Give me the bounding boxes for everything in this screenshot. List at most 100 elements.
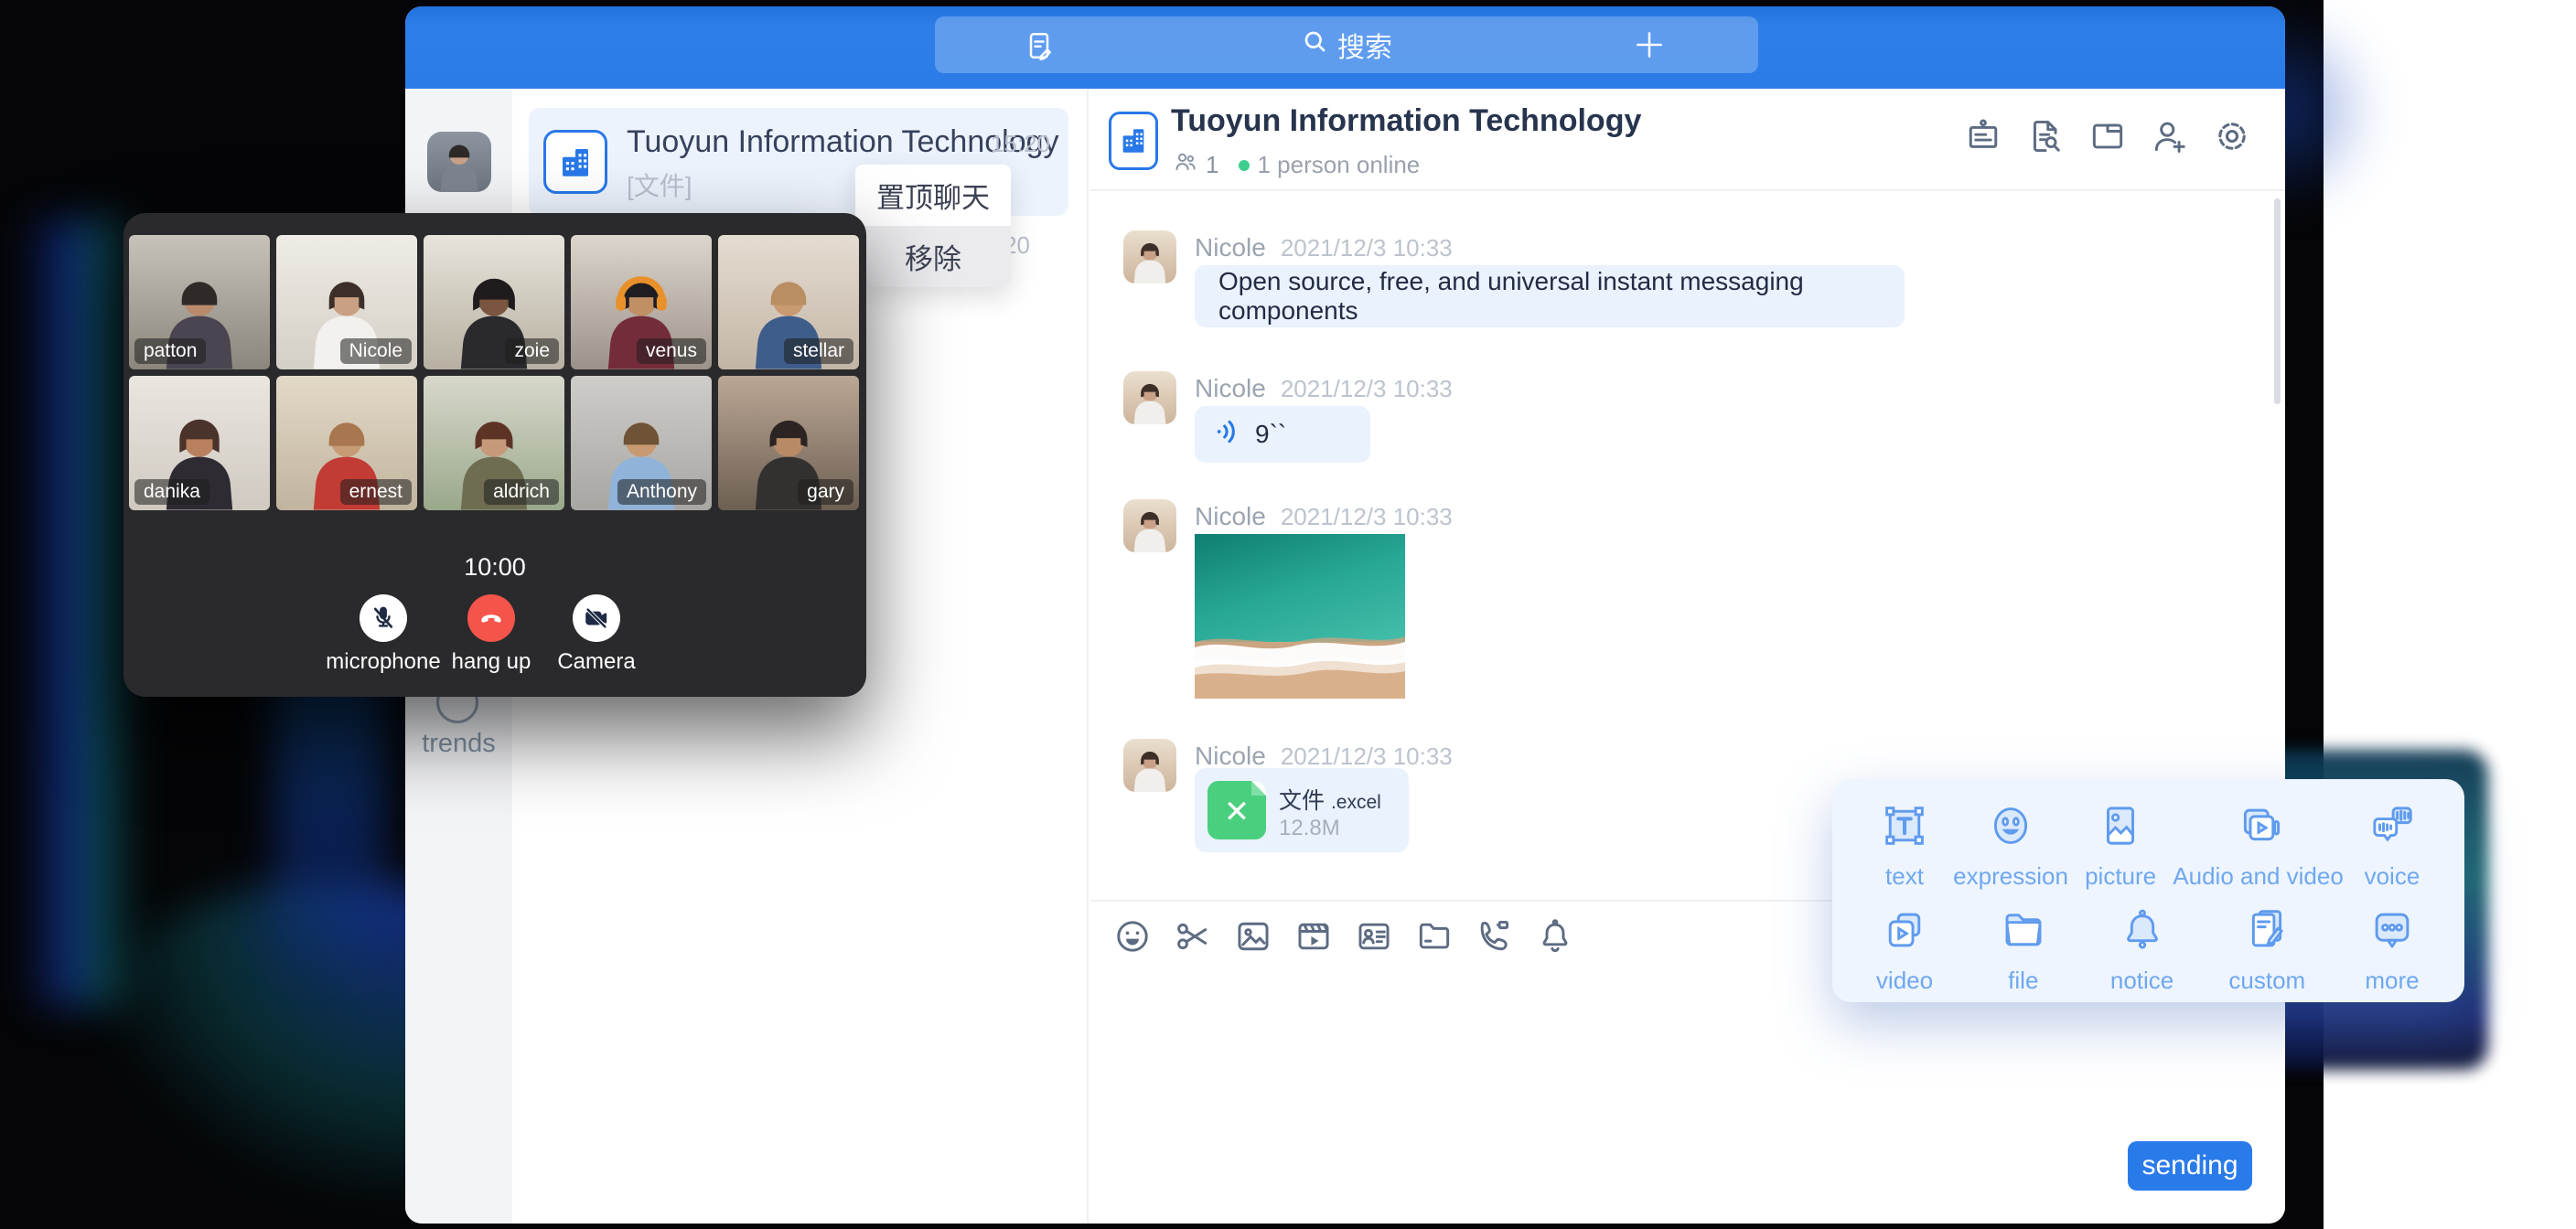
- search-icon: [1301, 27, 1328, 62]
- camera-label: Camera: [557, 649, 635, 675]
- video-call-icon[interactable]: [1475, 916, 1515, 956]
- message-type-popup: text expression: [1832, 779, 2464, 1002]
- microphone-toggle-button[interactable]: [360, 594, 407, 642]
- participant-name: Anthony: [617, 479, 706, 505]
- call-timer: 10:00: [123, 553, 866, 582]
- chat-header-actions: [1963, 116, 2252, 156]
- notice-board-icon[interactable]: [1963, 116, 2003, 156]
- scrollbar[interactable]: [2274, 198, 2281, 404]
- member-count: 1: [1206, 151, 1218, 179]
- camera-toggle-button[interactable]: [573, 594, 620, 642]
- voice-message-bubble[interactable]: 9``: [1195, 406, 1370, 463]
- popup-item-custom[interactable]: custom: [2228, 905, 2305, 995]
- notification-bell-icon[interactable]: [1535, 916, 1575, 956]
- add-icon[interactable]: [1632, 27, 1667, 67]
- menu-item-remove[interactable]: 移除: [855, 226, 1011, 287]
- file-icon: [1999, 905, 2048, 959]
- search-placeholder[interactable]: 搜索: [1337, 25, 1392, 65]
- message-meta: Nicole 2021/12/3 10:33: [1195, 502, 1453, 531]
- file-message-bubble[interactable]: ✕ 文件 .excel 12.8M: [1195, 768, 1409, 852]
- message-meta: Nicole2021/12/3 10:33: [1195, 742, 1453, 771]
- participant-name: aldrich: [484, 479, 559, 505]
- participant-name: patton: [134, 338, 206, 364]
- hang-up-label: hang up: [452, 649, 531, 675]
- background-glow: [26, 219, 135, 1006]
- video-tile: venus: [571, 235, 712, 369]
- text-icon: [1880, 801, 1929, 855]
- contact-card-icon[interactable]: [1354, 916, 1394, 956]
- text-message-bubble[interactable]: Open source, free, and universal instant…: [1195, 265, 1905, 327]
- emoji-icon[interactable]: [1112, 916, 1153, 956]
- microphone-label: microphone: [326, 649, 440, 675]
- search-bar[interactable]: 搜索: [935, 16, 1758, 73]
- trends-label[interactable]: trends: [405, 729, 512, 759]
- sender-name: Nicole: [1195, 502, 1266, 530]
- settings-gear-icon[interactable]: [2212, 116, 2252, 156]
- picture-icon: [2096, 801, 2145, 855]
- expression-icon: [1986, 801, 2035, 855]
- participant-name: ernest: [340, 479, 412, 505]
- page: 搜索 trends: [0, 0, 2576, 1229]
- video-tile: danika: [129, 376, 270, 510]
- popup-item-more[interactable]: more: [2360, 905, 2424, 995]
- send-file-icon[interactable]: [1414, 916, 1454, 956]
- popup-item-file[interactable]: file: [1991, 905, 2055, 995]
- sender-name: Nicole: [1195, 374, 1266, 402]
- popup-item-picture[interactable]: picture: [2085, 801, 2156, 891]
- popup-item-text[interactable]: text: [1873, 801, 1937, 891]
- video-tiles: patton Nicole zoie venus stellar danik: [129, 235, 861, 510]
- image-message[interactable]: [1195, 534, 1405, 699]
- message-text: Open source, free, and universal instant…: [1218, 267, 1881, 326]
- chat-title: Tuoyun Information Technology: [1171, 103, 1641, 139]
- send-button[interactable]: sending: [2128, 1141, 2252, 1191]
- sender-avatar[interactable]: [1123, 739, 1176, 792]
- popup-item-notice[interactable]: notice: [2110, 905, 2174, 995]
- participant-name: zoie: [505, 338, 559, 364]
- group-avatar-icon: [543, 130, 607, 194]
- hang-up-button[interactable]: [467, 594, 515, 642]
- send-image-icon[interactable]: [1233, 916, 1273, 956]
- message-time: 2021/12/3 10:33: [1281, 375, 1453, 402]
- voice-icon: [2367, 801, 2417, 855]
- menu-item-pin-chat[interactable]: 置顶聊天: [855, 165, 1011, 226]
- popup-item-audio-video[interactable]: Audio and video: [2173, 801, 2343, 891]
- notice-icon: [2118, 905, 2167, 959]
- online-dot: [1239, 160, 1250, 171]
- user-avatar[interactable]: [427, 132, 491, 192]
- message-meta: Nicole 2021/12/3 10:33: [1195, 233, 1453, 262]
- screenshot-scissors-icon[interactable]: [1173, 916, 1213, 956]
- participant-name: gary: [798, 479, 853, 505]
- more-icon: [2367, 905, 2417, 959]
- members-icon: [1173, 149, 1198, 181]
- participant-name: danika: [134, 479, 209, 505]
- file-size: 12.8M: [1279, 816, 1340, 841]
- excel-file-icon: ✕: [1208, 781, 1266, 839]
- video-tile: Nicole: [276, 235, 417, 369]
- conversation-context-menu: 置顶聊天 移除: [855, 165, 1011, 287]
- top-bar: 搜索: [405, 6, 2285, 89]
- chat-subtitle: 1 1 person online: [1173, 149, 1420, 181]
- participant-name: stellar: [784, 338, 853, 364]
- chat-history-search-icon[interactable]: [2025, 116, 2066, 156]
- sender-avatar[interactable]: [1123, 371, 1176, 424]
- conversation-preview: [文件]: [627, 166, 692, 203]
- add-member-icon[interactable]: [2150, 116, 2190, 156]
- sender-name: Nicole: [1195, 233, 1266, 262]
- sender-avatar[interactable]: [1123, 230, 1176, 283]
- online-status: 1 person online: [1257, 151, 1420, 179]
- file-name: 文件: [1279, 788, 1325, 814]
- message-time: 2021/12/3 10:33: [1281, 503, 1453, 530]
- file-ext: .excel: [1331, 792, 1381, 813]
- group-files-icon[interactable]: [2088, 116, 2128, 156]
- popup-item-voice[interactable]: voice: [2360, 801, 2424, 891]
- composer-toolbar: [1112, 916, 1575, 956]
- popup-item-video[interactable]: video: [1873, 905, 1937, 995]
- message-time: 2021/12/3 10:33: [1281, 234, 1453, 262]
- sender-avatar[interactable]: [1123, 499, 1176, 552]
- send-video-icon[interactable]: [1293, 916, 1334, 956]
- header-divider: [1090, 189, 2285, 191]
- popup-item-expression[interactable]: expression: [1953, 801, 2068, 891]
- participant-name: venus: [637, 338, 706, 364]
- conversation-time: 15:20: [991, 130, 1050, 158]
- voice-wave-icon: [1213, 417, 1242, 453]
